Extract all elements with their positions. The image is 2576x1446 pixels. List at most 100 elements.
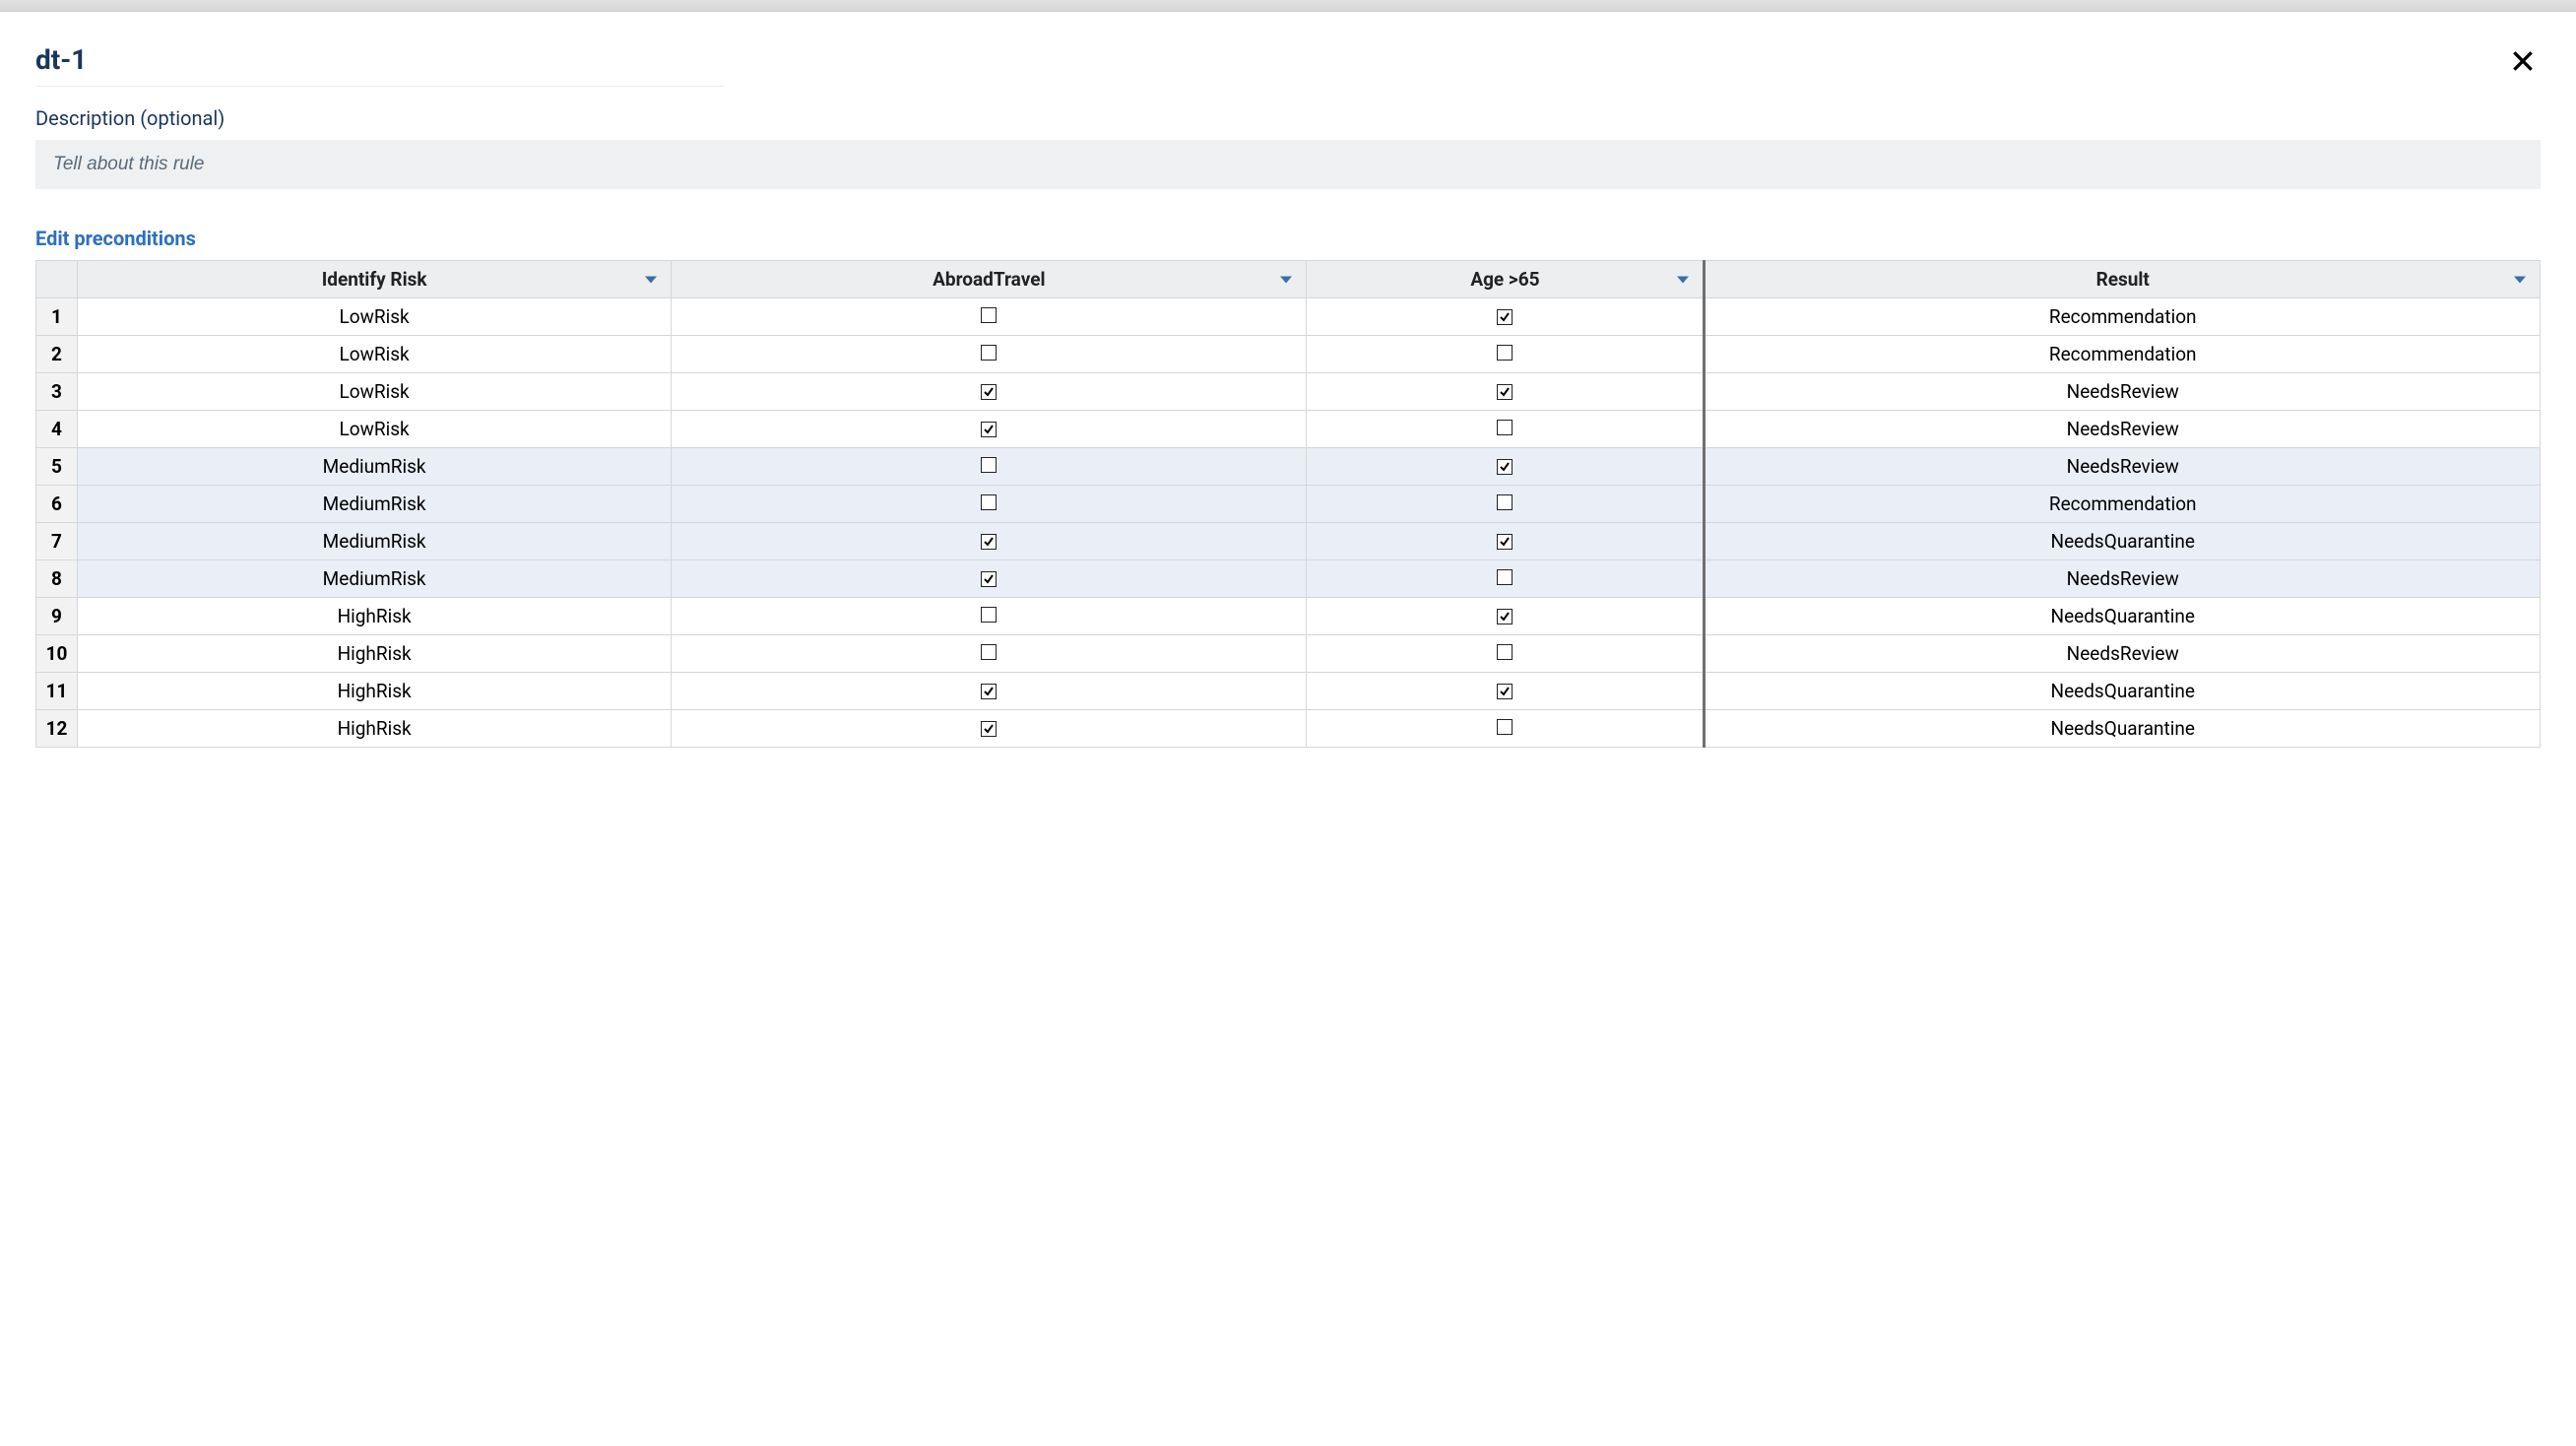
cell-identify-risk[interactable]: MediumRisk <box>78 486 672 523</box>
abroad-travel-checkbox[interactable] <box>981 384 997 400</box>
cell-identify-risk[interactable]: MediumRisk <box>78 560 672 598</box>
cell-age[interactable] <box>1307 298 1705 336</box>
age-checkbox[interactable] <box>1497 420 1513 435</box>
abroad-travel-checkbox[interactable] <box>981 422 997 437</box>
age-checkbox[interactable] <box>1497 494 1513 510</box>
cell-abroad-travel[interactable] <box>672 298 1307 336</box>
cell-result[interactable]: Recommendation <box>1705 336 2541 373</box>
table-row[interactable]: 5MediumRiskNeedsReview <box>36 448 2541 486</box>
table-row[interactable]: 8MediumRiskNeedsReview <box>36 560 2541 598</box>
cell-abroad-travel[interactable] <box>672 635 1307 673</box>
table-row[interactable]: 12HighRisk NeedsQuarantine <box>36 710 2541 748</box>
cell-age[interactable] <box>1307 710 1705 748</box>
cell-identify-risk[interactable]: MediumRisk <box>78 448 672 486</box>
cell-age[interactable] <box>1307 373 1705 411</box>
cell-age[interactable] <box>1307 448 1705 486</box>
cell-result[interactable]: NeedsReview <box>1705 411 2541 448</box>
column-header-age[interactable]: Age >65 <box>1307 261 1705 298</box>
cell-identify-risk[interactable]: LowRisk <box>78 298 672 336</box>
cell-result[interactable]: NeedsQuarantine <box>1705 598 2541 635</box>
cell-result[interactable]: NeedsReview <box>1705 635 2541 673</box>
table-row[interactable]: 10HighRiskNeedsReview <box>36 635 2541 673</box>
rule-title[interactable]: dt-1 <box>35 43 725 87</box>
abroad-travel-checkbox[interactable] <box>981 571 997 587</box>
cell-result[interactable]: Recommendation <box>1705 298 2541 336</box>
cell-result[interactable]: NeedsQuarantine <box>1705 673 2541 710</box>
column-header-identify-risk[interactable]: Identify Risk <box>78 261 672 298</box>
cell-age[interactable] <box>1307 560 1705 598</box>
cell-age[interactable] <box>1307 523 1705 560</box>
cell-age[interactable] <box>1307 411 1705 448</box>
cell-result[interactable]: NeedsReview <box>1705 373 2541 411</box>
age-checkbox[interactable] <box>1497 384 1513 400</box>
cell-abroad-travel[interactable] <box>672 598 1307 635</box>
table-row[interactable]: 1LowRiskRecommendation <box>36 298 2541 336</box>
table-row[interactable]: 2LowRiskRecommendation <box>36 336 2541 373</box>
row-number: 12 <box>36 710 78 748</box>
abroad-travel-checkbox[interactable] <box>981 607 997 623</box>
table-row[interactable]: 7MediumRiskNeedsQuarantine <box>36 523 2541 560</box>
cell-result[interactable]: NeedsReview <box>1705 448 2541 486</box>
age-checkbox[interactable] <box>1497 534 1513 550</box>
cell-abroad-travel[interactable] <box>672 710 1307 748</box>
cell-age[interactable] <box>1307 336 1705 373</box>
cell-identify-risk[interactable]: HighRisk <box>78 598 672 635</box>
age-checkbox[interactable] <box>1497 345 1513 361</box>
age-checkbox[interactable] <box>1497 569 1513 585</box>
caret-down-icon[interactable] <box>645 276 657 283</box>
cell-abroad-travel[interactable] <box>672 523 1307 560</box>
cell-identify-risk[interactable]: MediumRisk <box>78 523 672 560</box>
abroad-travel-checkbox[interactable] <box>981 534 997 550</box>
age-checkbox[interactable] <box>1497 684 1513 699</box>
table-row[interactable]: 3LowRisk NeedsReview <box>36 373 2541 411</box>
column-header-result[interactable]: Result <box>1705 261 2541 298</box>
cell-abroad-travel[interactable] <box>672 560 1307 598</box>
cell-age[interactable] <box>1307 673 1705 710</box>
cell-age[interactable] <box>1307 635 1705 673</box>
close-button[interactable] <box>2505 43 2541 79</box>
cell-abroad-travel[interactable] <box>672 486 1307 523</box>
table-row[interactable]: 4LowRiskNeedsReview <box>36 411 2541 448</box>
description-input[interactable] <box>35 140 2541 189</box>
age-checkbox[interactable] <box>1497 644 1513 660</box>
abroad-travel-checkbox[interactable] <box>981 684 997 699</box>
abroad-travel-checkbox[interactable] <box>981 494 997 510</box>
cell-abroad-travel[interactable] <box>672 373 1307 411</box>
cell-identify-risk[interactable]: LowRisk <box>78 373 672 411</box>
cell-identify-risk[interactable]: LowRisk <box>78 336 672 373</box>
abroad-travel-checkbox[interactable] <box>981 457 997 473</box>
cell-result[interactable]: NeedsQuarantine <box>1705 710 2541 748</box>
table-row[interactable]: 6MediumRiskRecommendation <box>36 486 2541 523</box>
cell-identify-risk[interactable]: HighRisk <box>78 710 672 748</box>
column-label: Result <box>2096 268 2150 291</box>
browser-chrome-top <box>0 0 2576 12</box>
cell-identify-risk[interactable]: HighRisk <box>78 635 672 673</box>
cell-result[interactable]: Recommendation <box>1705 486 2541 523</box>
cell-identify-risk[interactable]: HighRisk <box>78 673 672 710</box>
abroad-travel-checkbox[interactable] <box>981 721 997 737</box>
table-row[interactable]: 9HighRiskNeedsQuarantine <box>36 598 2541 635</box>
table-row[interactable]: 11HighRiskNeedsQuarantine <box>36 673 2541 710</box>
caret-down-icon[interactable] <box>1677 276 1689 283</box>
abroad-travel-checkbox[interactable] <box>981 644 997 660</box>
age-checkbox[interactable] <box>1497 459 1513 475</box>
age-checkbox[interactable] <box>1497 309 1513 325</box>
cell-abroad-travel[interactable] <box>672 673 1307 710</box>
age-checkbox[interactable] <box>1497 719 1513 735</box>
cell-age[interactable] <box>1307 486 1705 523</box>
cell-abroad-travel[interactable] <box>672 411 1307 448</box>
abroad-travel-checkbox[interactable] <box>981 307 997 323</box>
abroad-travel-checkbox[interactable] <box>981 345 997 361</box>
cell-age[interactable] <box>1307 598 1705 635</box>
caret-down-icon[interactable] <box>1280 276 1292 283</box>
row-number: 3 <box>36 373 78 411</box>
cell-result[interactable]: NeedsReview <box>1705 560 2541 598</box>
age-checkbox[interactable] <box>1497 609 1513 624</box>
cell-identify-risk[interactable]: LowRisk <box>78 411 672 448</box>
edit-preconditions-link[interactable]: Edit preconditions <box>35 227 196 250</box>
cell-abroad-travel[interactable] <box>672 336 1307 373</box>
column-header-abroad-travel[interactable]: AbroadTravel <box>672 261 1307 298</box>
cell-abroad-travel[interactable] <box>672 448 1307 486</box>
cell-result[interactable]: NeedsQuarantine <box>1705 523 2541 560</box>
caret-down-icon[interactable] <box>2514 276 2526 283</box>
